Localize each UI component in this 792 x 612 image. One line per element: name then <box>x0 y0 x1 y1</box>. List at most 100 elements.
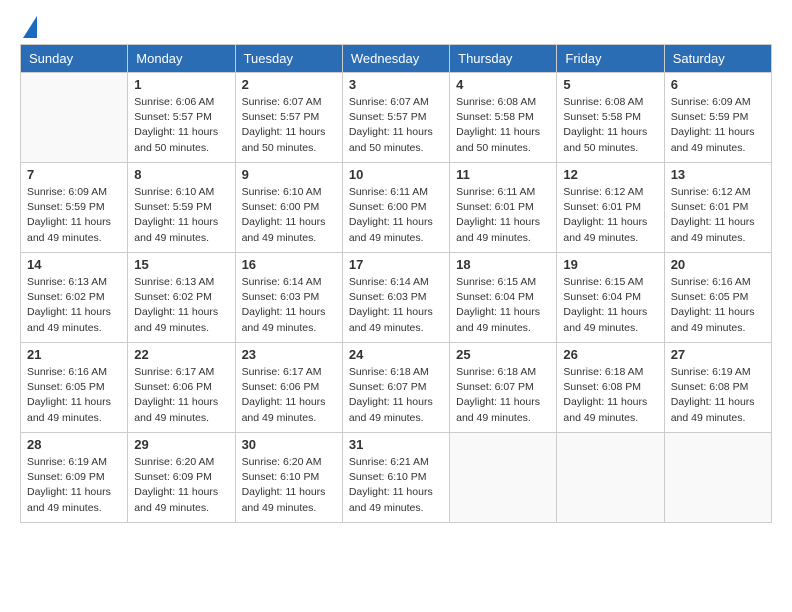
day-number: 23 <box>242 347 336 362</box>
day-info: Sunrise: 6:14 AMSunset: 6:03 PMDaylight:… <box>242 275 336 336</box>
calendar-cell: 30 Sunrise: 6:20 AMSunset: 6:10 PMDayligh… <box>235 433 342 523</box>
day-number: 14 <box>27 257 121 272</box>
day-info: Sunrise: 6:08 AMSunset: 5:58 PMDaylight:… <box>563 95 657 156</box>
day-info: Sunrise: 6:20 AMSunset: 6:10 PMDaylight:… <box>242 455 336 516</box>
day-number: 7 <box>27 167 121 182</box>
day-info: Sunrise: 6:15 AMSunset: 6:04 PMDaylight:… <box>563 275 657 336</box>
day-number: 6 <box>671 77 765 92</box>
day-number: 13 <box>671 167 765 182</box>
day-info: Sunrise: 6:13 AMSunset: 6:02 PMDaylight:… <box>134 275 228 336</box>
calendar-week-row: 21 Sunrise: 6:16 AMSunset: 6:05 PMDayligh… <box>21 343 772 433</box>
logo <box>20 20 37 34</box>
day-info: Sunrise: 6:13 AMSunset: 6:02 PMDaylight:… <box>27 275 121 336</box>
day-number: 30 <box>242 437 336 452</box>
day-info: Sunrise: 6:14 AMSunset: 6:03 PMDaylight:… <box>349 275 443 336</box>
day-info: Sunrise: 6:09 AMSunset: 5:59 PMDaylight:… <box>27 185 121 246</box>
day-info: Sunrise: 6:09 AMSunset: 5:59 PMDaylight:… <box>671 95 765 156</box>
calendar-cell: 3 Sunrise: 6:07 AMSunset: 5:57 PMDaylight… <box>342 73 449 163</box>
calendar-cell: 18 Sunrise: 6:15 AMSunset: 6:04 PMDayligh… <box>450 253 557 343</box>
day-info: Sunrise: 6:18 AMSunset: 6:07 PMDaylight:… <box>349 365 443 426</box>
day-number: 26 <box>563 347 657 362</box>
page-header <box>20 20 772 34</box>
calendar-cell: 4 Sunrise: 6:08 AMSunset: 5:58 PMDaylight… <box>450 73 557 163</box>
day-number: 12 <box>563 167 657 182</box>
calendar-cell: 15Sunrise: 6:13 AMSunset: 6:02 PMDayligh… <box>128 253 235 343</box>
calendar-cell: 6 Sunrise: 6:09 AMSunset: 5:59 PMDaylight… <box>664 73 771 163</box>
calendar-day-header: Thursday <box>450 45 557 73</box>
day-info: Sunrise: 6:11 AMSunset: 6:01 PMDaylight:… <box>456 185 550 246</box>
calendar-cell: 16 Sunrise: 6:14 AMSunset: 6:03 PMDayligh… <box>235 253 342 343</box>
calendar-cell: 19 Sunrise: 6:15 AMSunset: 6:04 PMDayligh… <box>557 253 664 343</box>
calendar-cell: 10 Sunrise: 6:11 AMSunset: 6:00 PMDayligh… <box>342 163 449 253</box>
calendar-cell: 14 Sunrise: 6:13 AMSunset: 6:02 PMDayligh… <box>21 253 128 343</box>
day-info: Sunrise: 6:19 AMSunset: 6:08 PMDaylight:… <box>671 365 765 426</box>
calendar-cell: 22 Sunrise: 6:17 AMSunset: 6:06 PMDayligh… <box>128 343 235 433</box>
day-info: Sunrise: 6:17 AMSunset: 6:06 PMDaylight:… <box>134 365 228 426</box>
calendar-cell <box>21 73 128 163</box>
day-info: Sunrise: 6:07 AMSunset: 5:57 PMDaylight:… <box>242 95 336 156</box>
calendar-cell: 17 Sunrise: 6:14 AMSunset: 6:03 PMDayligh… <box>342 253 449 343</box>
calendar-cell: 29 Sunrise: 6:20 AMSunset: 6:09 PMDayligh… <box>128 433 235 523</box>
day-info: Sunrise: 6:10 AMSunset: 6:00 PMDaylight:… <box>242 185 336 246</box>
day-number: 29 <box>134 437 228 452</box>
day-info: Sunrise: 6:08 AMSunset: 5:58 PMDaylight:… <box>456 95 550 156</box>
day-number: 20 <box>671 257 765 272</box>
calendar-cell: 24Sunrise: 6:18 AMSunset: 6:07 PMDayligh… <box>342 343 449 433</box>
day-info: Sunrise: 6:07 AMSunset: 5:57 PMDaylight:… <box>349 95 443 156</box>
calendar-week-row: 28 Sunrise: 6:19 AMSunset: 6:09 PMDayligh… <box>21 433 772 523</box>
day-info: Sunrise: 6:06 AMSunset: 5:57 PMDaylight:… <box>134 95 228 156</box>
calendar-body: 1 Sunrise: 6:06 AMSunset: 5:57 PMDaylight… <box>21 73 772 523</box>
day-info: Sunrise: 6:11 AMSunset: 6:00 PMDaylight:… <box>349 185 443 246</box>
day-info: Sunrise: 6:20 AMSunset: 6:09 PMDaylight:… <box>134 455 228 516</box>
day-number: 19 <box>563 257 657 272</box>
calendar-cell: 27 Sunrise: 6:19 AMSunset: 6:08 PMDayligh… <box>664 343 771 433</box>
day-number: 4 <box>456 77 550 92</box>
calendar-day-header: Friday <box>557 45 664 73</box>
calendar-cell: 31Sunrise: 6:21 AMSunset: 6:10 PMDayligh… <box>342 433 449 523</box>
calendar-cell <box>664 433 771 523</box>
day-number: 27 <box>671 347 765 362</box>
calendar-week-row: 1 Sunrise: 6:06 AMSunset: 5:57 PMDaylight… <box>21 73 772 163</box>
day-info: Sunrise: 6:16 AMSunset: 6:05 PMDaylight:… <box>27 365 121 426</box>
calendar-cell: 12 Sunrise: 6:12 AMSunset: 6:01 PMDayligh… <box>557 163 664 253</box>
calendar-day-header: Monday <box>128 45 235 73</box>
day-number: 31 <box>349 437 443 452</box>
calendar-day-header: Saturday <box>664 45 771 73</box>
calendar-cell: 7 Sunrise: 6:09 AMSunset: 5:59 PMDaylight… <box>21 163 128 253</box>
day-number: 17 <box>349 257 443 272</box>
calendar-table: SundayMondayTuesdayWednesdayThursdayFrid… <box>20 44 772 523</box>
calendar-cell <box>450 433 557 523</box>
day-number: 5 <box>563 77 657 92</box>
day-number: 8 <box>134 167 228 182</box>
calendar-week-row: 7 Sunrise: 6:09 AMSunset: 5:59 PMDaylight… <box>21 163 772 253</box>
day-number: 10 <box>349 167 443 182</box>
day-number: 9 <box>242 167 336 182</box>
day-info: Sunrise: 6:19 AMSunset: 6:09 PMDaylight:… <box>27 455 121 516</box>
day-number: 18 <box>456 257 550 272</box>
day-info: Sunrise: 6:12 AMSunset: 6:01 PMDaylight:… <box>671 185 765 246</box>
day-number: 1 <box>134 77 228 92</box>
calendar-cell: 1 Sunrise: 6:06 AMSunset: 5:57 PMDaylight… <box>128 73 235 163</box>
logo-triangle-icon <box>23 16 37 38</box>
calendar-header-row: SundayMondayTuesdayWednesdayThursdayFrid… <box>21 45 772 73</box>
calendar-day-header: Tuesday <box>235 45 342 73</box>
calendar-cell: 20Sunrise: 6:16 AMSunset: 6:05 PMDayligh… <box>664 253 771 343</box>
day-number: 11 <box>456 167 550 182</box>
day-number: 22 <box>134 347 228 362</box>
day-number: 3 <box>349 77 443 92</box>
day-number: 21 <box>27 347 121 362</box>
day-number: 16 <box>242 257 336 272</box>
calendar-day-header: Wednesday <box>342 45 449 73</box>
day-info: Sunrise: 6:17 AMSunset: 6:06 PMDaylight:… <box>242 365 336 426</box>
calendar-cell: 28 Sunrise: 6:19 AMSunset: 6:09 PMDayligh… <box>21 433 128 523</box>
day-info: Sunrise: 6:15 AMSunset: 6:04 PMDaylight:… <box>456 275 550 336</box>
day-info: Sunrise: 6:18 AMSunset: 6:07 PMDaylight:… <box>456 365 550 426</box>
calendar-cell: 25Sunrise: 6:18 AMSunset: 6:07 PMDayligh… <box>450 343 557 433</box>
day-number: 28 <box>27 437 121 452</box>
calendar-cell: 23 Sunrise: 6:17 AMSunset: 6:06 PMDayligh… <box>235 343 342 433</box>
calendar-day-header: Sunday <box>21 45 128 73</box>
calendar-cell: 2Sunrise: 6:07 AMSunset: 5:57 PMDaylight… <box>235 73 342 163</box>
calendar-cell: 5 Sunrise: 6:08 AMSunset: 5:58 PMDaylight… <box>557 73 664 163</box>
calendar-cell: 21 Sunrise: 6:16 AMSunset: 6:05 PMDayligh… <box>21 343 128 433</box>
day-info: Sunrise: 6:12 AMSunset: 6:01 PMDaylight:… <box>563 185 657 246</box>
